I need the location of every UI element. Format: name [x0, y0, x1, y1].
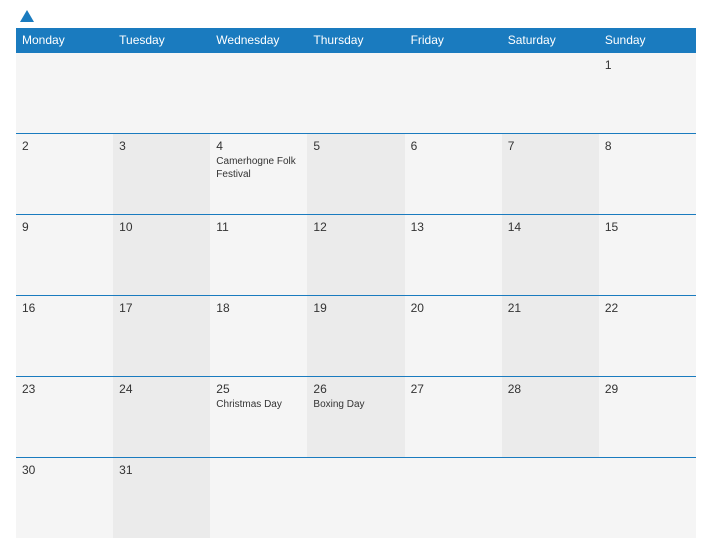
calendar-cell: 28: [502, 376, 599, 457]
week-row-2: 9 10 11 12 13 14 15: [16, 214, 696, 295]
weekday-monday: Monday: [16, 28, 113, 53]
event-label: Camerhogne Folk Festival: [216, 155, 301, 181]
calendar-page: MondayTuesdayWednesdayThursdayFridaySatu…: [0, 0, 712, 550]
calendar-cell: 18: [210, 295, 307, 376]
calendar-cell: [405, 457, 502, 538]
calendar-cell: 7: [502, 133, 599, 214]
weekday-wednesday: Wednesday: [210, 28, 307, 53]
calendar-cell: 26 Boxing Day: [307, 376, 404, 457]
day-number: 7: [508, 139, 593, 153]
week-row-1: 234 Camerhogne Folk Festival 5678: [16, 133, 696, 214]
calendar-cell: [405, 53, 502, 134]
calendar-cell: [599, 457, 696, 538]
weekday-sunday: Sunday: [599, 28, 696, 53]
week-row-3: 16 17 18 19 20 21 22: [16, 295, 696, 376]
calendar-cell: 21: [502, 295, 599, 376]
event-label: Boxing Day: [313, 398, 398, 411]
day-number: 31: [119, 463, 204, 477]
calendar-cell: [16, 53, 113, 134]
calendar-cell: [113, 53, 210, 134]
calendar-cell: 10: [113, 214, 210, 295]
day-number: 23: [22, 382, 107, 396]
calendar-cell: [502, 457, 599, 538]
weekday-header-row: MondayTuesdayWednesdayThursdayFridaySatu…: [16, 28, 696, 53]
day-number: 10: [119, 220, 204, 234]
calendar-cell: 8: [599, 133, 696, 214]
calendar-cell: [502, 53, 599, 134]
day-number: 12: [313, 220, 398, 234]
calendar-cell: 30: [16, 457, 113, 538]
calendar-cell: [210, 457, 307, 538]
calendar-cell: 31: [113, 457, 210, 538]
calendar-cell: 12: [307, 214, 404, 295]
day-number: 25: [216, 382, 301, 396]
calendar-cell: 20: [405, 295, 502, 376]
day-number: 5: [313, 139, 398, 153]
day-number: 29: [605, 382, 690, 396]
week-row-5: 30 31: [16, 457, 696, 538]
day-number: 6: [411, 139, 496, 153]
calendar-table: MondayTuesdayWednesdayThursdayFridaySatu…: [16, 28, 696, 538]
logo-triangle-icon: [20, 10, 34, 22]
calendar-cell: 14: [502, 214, 599, 295]
weekday-saturday: Saturday: [502, 28, 599, 53]
logo: [16, 12, 36, 22]
day-number: 18: [216, 301, 301, 315]
header: [16, 12, 696, 22]
day-number: 2: [22, 139, 107, 153]
calendar-cell: 6: [405, 133, 502, 214]
day-number: 11: [216, 220, 301, 234]
day-number: 4: [216, 139, 301, 153]
calendar-cell: 16: [16, 295, 113, 376]
day-number: 27: [411, 382, 496, 396]
day-number: 21: [508, 301, 593, 315]
calendar-cell: 27: [405, 376, 502, 457]
week-row-4: 23 24 25 Christmas Day 26 Boxing Day 27 28 29: [16, 376, 696, 457]
day-number: 16: [22, 301, 107, 315]
calendar-cell: 22: [599, 295, 696, 376]
calendar-cell: 19: [307, 295, 404, 376]
day-number: 17: [119, 301, 204, 315]
calendar-cell: 5: [307, 133, 404, 214]
calendar-cell: 13: [405, 214, 502, 295]
day-number: 30: [22, 463, 107, 477]
calendar-cell: 29: [599, 376, 696, 457]
day-number: 1: [605, 58, 690, 72]
day-number: 3: [119, 139, 204, 153]
weekday-tuesday: Tuesday: [113, 28, 210, 53]
calendar-cell: 23: [16, 376, 113, 457]
day-number: 14: [508, 220, 593, 234]
day-number: 8: [605, 139, 690, 153]
event-label: Christmas Day: [216, 398, 301, 411]
calendar-cell: [307, 457, 404, 538]
weekday-friday: Friday: [405, 28, 502, 53]
calendar-cell: 11: [210, 214, 307, 295]
day-number: 26: [313, 382, 398, 396]
day-number: 24: [119, 382, 204, 396]
day-number: 22: [605, 301, 690, 315]
week-row-0: 1: [16, 53, 696, 134]
day-number: 28: [508, 382, 593, 396]
calendar-cell: [210, 53, 307, 134]
calendar-cell: 25 Christmas Day: [210, 376, 307, 457]
day-number: 20: [411, 301, 496, 315]
calendar-cell: 24: [113, 376, 210, 457]
calendar-cell: 9: [16, 214, 113, 295]
calendar-cell: [307, 53, 404, 134]
calendar-cell: 4 Camerhogne Folk Festival: [210, 133, 307, 214]
calendar-cell: 2: [16, 133, 113, 214]
calendar-cell: 17: [113, 295, 210, 376]
day-number: 19: [313, 301, 398, 315]
calendar-cell: 1: [599, 53, 696, 134]
calendar-cell: 3: [113, 133, 210, 214]
day-number: 9: [22, 220, 107, 234]
day-number: 15: [605, 220, 690, 234]
weekday-thursday: Thursday: [307, 28, 404, 53]
day-number: 13: [411, 220, 496, 234]
calendar-cell: 15: [599, 214, 696, 295]
